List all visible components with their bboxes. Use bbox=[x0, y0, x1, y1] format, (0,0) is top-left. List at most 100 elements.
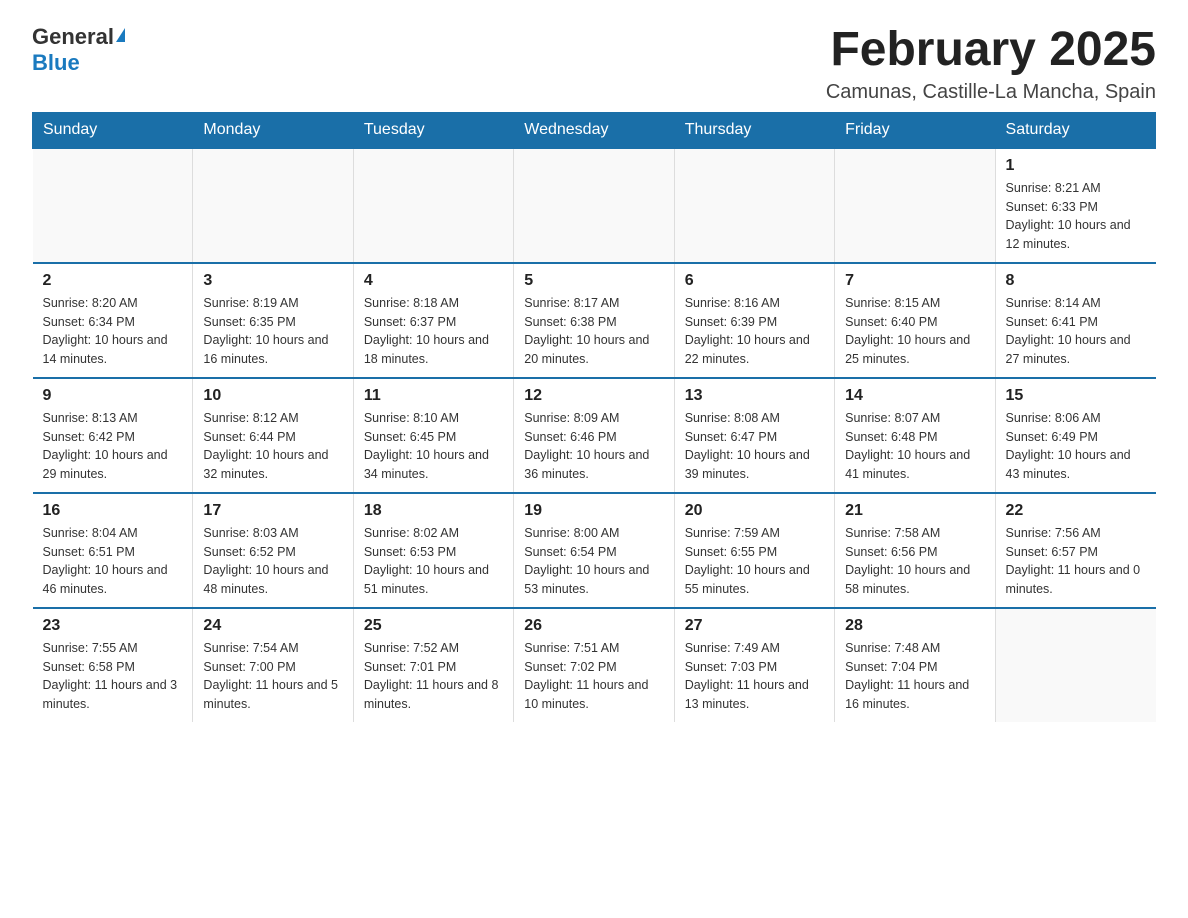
title-block: February 2025 Camunas, Castille-La Manch… bbox=[826, 24, 1156, 104]
calendar-cell: 23 Sunrise: 7:55 AM Sunset: 6:58 PM Dayli… bbox=[33, 608, 193, 722]
calendar-cell: 2Sunrise: 8:20 AM Sunset: 6:34 PM Daylig… bbox=[33, 263, 193, 378]
day-number: 17 bbox=[203, 502, 342, 520]
day-number: 18 bbox=[364, 502, 503, 520]
day-number: 7 bbox=[845, 272, 984, 290]
day-info: Sunrise: 8:02 AM Sunset: 6:53 PM Dayligh… bbox=[364, 524, 503, 599]
calendar-cell: 7 Sunrise: 8:15 AM Sunset: 6:40 PM Daylig… bbox=[835, 263, 995, 378]
calendar-week-row: 23 Sunrise: 7:55 AM Sunset: 6:58 PM Dayli… bbox=[33, 608, 1156, 722]
calendar-cell: 20Sunrise: 7:59 AM Sunset: 6:55 PM Dayli… bbox=[674, 493, 834, 608]
calendar-cell: 24 Sunrise: 7:54 AM Sunset: 7:00 PM Dayli… bbox=[193, 608, 353, 722]
calendar-cell: 26 Sunrise: 7:51 AM Sunset: 7:02 PM Dayli… bbox=[514, 608, 674, 722]
day-number: 2 bbox=[43, 272, 183, 290]
calendar-cell: 12 Sunrise: 8:09 AM Sunset: 6:46 PM Dayli… bbox=[514, 378, 674, 493]
calendar-cell bbox=[995, 608, 1155, 722]
day-number: 5 bbox=[524, 272, 663, 290]
logo: General Blue bbox=[32, 24, 125, 76]
day-info: Sunrise: 8:07 AM Sunset: 6:48 PM Dayligh… bbox=[845, 409, 984, 484]
day-info: Sunrise: 8:09 AM Sunset: 6:46 PM Dayligh… bbox=[524, 409, 663, 484]
calendar-cell bbox=[674, 148, 834, 263]
day-info: Sunrise: 8:00 AM Sunset: 6:54 PM Dayligh… bbox=[524, 524, 663, 599]
day-info: Sunrise: 8:04 AM Sunset: 6:51 PM Dayligh… bbox=[43, 524, 183, 599]
logo-blue-text: Blue bbox=[32, 50, 80, 76]
day-number: 19 bbox=[524, 502, 663, 520]
calendar-cell: 19 Sunrise: 8:00 AM Sunset: 6:54 PM Dayli… bbox=[514, 493, 674, 608]
day-number: 3 bbox=[203, 272, 342, 290]
calendar-cell: 13 Sunrise: 8:08 AM Sunset: 6:47 PM Dayli… bbox=[674, 378, 834, 493]
day-number: 13 bbox=[685, 387, 824, 405]
location-subtitle: Camunas, Castille-La Mancha, Spain bbox=[826, 81, 1156, 104]
day-number: 6 bbox=[685, 272, 824, 290]
calendar-cell: 3 Sunrise: 8:19 AM Sunset: 6:35 PM Daylig… bbox=[193, 263, 353, 378]
day-number: 12 bbox=[524, 387, 663, 405]
calendar-cell: 27Sunrise: 7:49 AM Sunset: 7:03 PM Dayli… bbox=[674, 608, 834, 722]
day-info: Sunrise: 8:18 AM Sunset: 6:37 PM Dayligh… bbox=[364, 294, 503, 369]
calendar-cell: 1Sunrise: 8:21 AM Sunset: 6:33 PM Daylig… bbox=[995, 148, 1155, 263]
calendar-cell bbox=[33, 148, 193, 263]
logo-general-text: General bbox=[32, 24, 114, 50]
calendar-week-row: 1Sunrise: 8:21 AM Sunset: 6:33 PM Daylig… bbox=[33, 148, 1156, 263]
column-header-sunday: Sunday bbox=[33, 112, 193, 148]
calendar-cell: 11 Sunrise: 8:10 AM Sunset: 6:45 PM Dayli… bbox=[353, 378, 513, 493]
day-number: 26 bbox=[524, 617, 663, 635]
calendar-cell: 5 Sunrise: 8:17 AM Sunset: 6:38 PM Daylig… bbox=[514, 263, 674, 378]
calendar-header-row: SundayMondayTuesdayWednesdayThursdayFrid… bbox=[33, 112, 1156, 148]
column-header-monday: Monday bbox=[193, 112, 353, 148]
column-header-friday: Friday bbox=[835, 112, 995, 148]
day-info: Sunrise: 8:21 AM Sunset: 6:33 PM Dayligh… bbox=[1006, 179, 1146, 254]
calendar-cell: 15 Sunrise: 8:06 AM Sunset: 6:49 PM Dayli… bbox=[995, 378, 1155, 493]
day-info: Sunrise: 7:54 AM Sunset: 7:00 PM Dayligh… bbox=[203, 639, 342, 714]
column-header-wednesday: Wednesday bbox=[514, 112, 674, 148]
day-number: 20 bbox=[685, 502, 824, 520]
day-number: 14 bbox=[845, 387, 984, 405]
calendar-cell: 8 Sunrise: 8:14 AM Sunset: 6:41 PM Daylig… bbox=[995, 263, 1155, 378]
calendar-cell: 28 Sunrise: 7:48 AM Sunset: 7:04 PM Dayli… bbox=[835, 608, 995, 722]
day-number: 25 bbox=[364, 617, 503, 635]
day-info: Sunrise: 7:51 AM Sunset: 7:02 PM Dayligh… bbox=[524, 639, 663, 714]
calendar-week-row: 16Sunrise: 8:04 AM Sunset: 6:51 PM Dayli… bbox=[33, 493, 1156, 608]
calendar-cell: 22 Sunrise: 7:56 AM Sunset: 6:57 PM Dayli… bbox=[995, 493, 1155, 608]
day-info: Sunrise: 8:17 AM Sunset: 6:38 PM Dayligh… bbox=[524, 294, 663, 369]
calendar-cell: 18 Sunrise: 8:02 AM Sunset: 6:53 PM Dayli… bbox=[353, 493, 513, 608]
day-info: Sunrise: 8:06 AM Sunset: 6:49 PM Dayligh… bbox=[1006, 409, 1146, 484]
calendar-cell bbox=[353, 148, 513, 263]
day-number: 22 bbox=[1006, 502, 1146, 520]
day-number: 21 bbox=[845, 502, 984, 520]
day-info: Sunrise: 8:08 AM Sunset: 6:47 PM Dayligh… bbox=[685, 409, 824, 484]
day-number: 11 bbox=[364, 387, 503, 405]
calendar-cell: 9 Sunrise: 8:13 AM Sunset: 6:42 PM Daylig… bbox=[33, 378, 193, 493]
day-info: Sunrise: 7:52 AM Sunset: 7:01 PM Dayligh… bbox=[364, 639, 503, 714]
calendar-cell: 14 Sunrise: 8:07 AM Sunset: 6:48 PM Dayli… bbox=[835, 378, 995, 493]
column-header-thursday: Thursday bbox=[674, 112, 834, 148]
calendar-cell: 10 Sunrise: 8:12 AM Sunset: 6:44 PM Dayli… bbox=[193, 378, 353, 493]
day-number: 23 bbox=[43, 617, 183, 635]
day-info: Sunrise: 8:10 AM Sunset: 6:45 PM Dayligh… bbox=[364, 409, 503, 484]
calendar-cell: 4Sunrise: 8:18 AM Sunset: 6:37 PM Daylig… bbox=[353, 263, 513, 378]
day-info: Sunrise: 7:56 AM Sunset: 6:57 PM Dayligh… bbox=[1006, 524, 1146, 599]
calendar-cell: 25 Sunrise: 7:52 AM Sunset: 7:01 PM Dayli… bbox=[353, 608, 513, 722]
day-number: 15 bbox=[1006, 387, 1146, 405]
calendar-week-row: 2Sunrise: 8:20 AM Sunset: 6:34 PM Daylig… bbox=[33, 263, 1156, 378]
day-number: 10 bbox=[203, 387, 342, 405]
day-info: Sunrise: 8:14 AM Sunset: 6:41 PM Dayligh… bbox=[1006, 294, 1146, 369]
day-info: Sunrise: 7:55 AM Sunset: 6:58 PM Dayligh… bbox=[43, 639, 183, 714]
day-number: 8 bbox=[1006, 272, 1146, 290]
day-info: Sunrise: 7:48 AM Sunset: 7:04 PM Dayligh… bbox=[845, 639, 984, 714]
day-number: 9 bbox=[43, 387, 183, 405]
day-info: Sunrise: 7:58 AM Sunset: 6:56 PM Dayligh… bbox=[845, 524, 984, 599]
calendar-table: SundayMondayTuesdayWednesdayThursdayFrid… bbox=[32, 112, 1156, 722]
day-info: Sunrise: 8:13 AM Sunset: 6:42 PM Dayligh… bbox=[43, 409, 183, 484]
column-header-saturday: Saturday bbox=[995, 112, 1155, 148]
logo-triangle-icon bbox=[116, 28, 125, 42]
day-info: Sunrise: 8:19 AM Sunset: 6:35 PM Dayligh… bbox=[203, 294, 342, 369]
day-info: Sunrise: 7:49 AM Sunset: 7:03 PM Dayligh… bbox=[685, 639, 824, 714]
day-number: 28 bbox=[845, 617, 984, 635]
day-info: Sunrise: 8:15 AM Sunset: 6:40 PM Dayligh… bbox=[845, 294, 984, 369]
calendar-cell: 6Sunrise: 8:16 AM Sunset: 6:39 PM Daylig… bbox=[674, 263, 834, 378]
calendar-week-row: 9 Sunrise: 8:13 AM Sunset: 6:42 PM Daylig… bbox=[33, 378, 1156, 493]
month-title: February 2025 bbox=[826, 24, 1156, 77]
day-info: Sunrise: 8:12 AM Sunset: 6:44 PM Dayligh… bbox=[203, 409, 342, 484]
day-number: 24 bbox=[203, 617, 342, 635]
day-info: Sunrise: 8:03 AM Sunset: 6:52 PM Dayligh… bbox=[203, 524, 342, 599]
page-header: General Blue February 2025 Camunas, Cast… bbox=[32, 24, 1156, 104]
calendar-cell: 17 Sunrise: 8:03 AM Sunset: 6:52 PM Dayli… bbox=[193, 493, 353, 608]
